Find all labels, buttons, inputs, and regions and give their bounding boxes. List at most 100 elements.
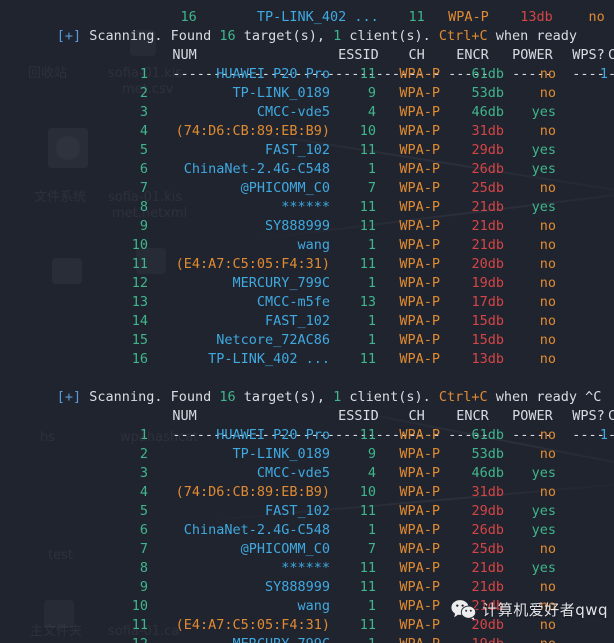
table-row[interactable]: 8 ****** 11 WPA-P 21db yes [0, 198, 614, 217]
table-row[interactable]: 13 CMCC-m5fe 13 WPA-P 17db no [0, 293, 614, 312]
cell-essid: @PHICOMM_C0 [240, 180, 330, 196]
cell-encr: WPA-P [399, 579, 440, 595]
terminal-output: 16 TP-LINK_402 ... 11 WPA-P 13db no [+] Scann… [0, 0, 614, 643]
table-row[interactable]: 16 TP-LINK_402 ... 11 WPA-P 13db no [0, 350, 614, 369]
table-row[interactable]: 2 TP-LINK_0189 9 WPA-P 53db no [0, 445, 614, 464]
cell-essid: MERCURY_799C [232, 275, 330, 291]
cell-wps: no [539, 294, 556, 310]
cell-num: 11 [131, 617, 148, 633]
cell-encr: WPA-P [399, 66, 440, 82]
cell-ch: 11 [359, 560, 376, 576]
status-text: target(s), [235, 389, 334, 405]
table-row[interactable]: 4 (74:D6:CB:89:EB:B9) 10 WPA-P 31db no [0, 483, 614, 502]
target-count: 16 [219, 389, 236, 405]
status-text: when ready [487, 28, 578, 44]
status-prefix: [+] [56, 389, 82, 405]
cell-num: 5 [139, 503, 148, 519]
table-row[interactable]: 1 HUAWEI P20 Pro 11 WPA-P 61db no 1 [0, 426, 614, 445]
cell-wps: no [539, 313, 556, 329]
cell-encr: WPA-P [448, 9, 489, 25]
table-row[interactable]: 9 SY888999 11 WPA-P 21db no [0, 217, 614, 236]
header-power: POWER [512, 408, 553, 424]
cell-essid: TP-LINK_0189 [232, 446, 330, 462]
table-row[interactable]: 3 CMCC-vde5 4 WPA-P 46db yes [0, 103, 614, 122]
cell-num: 6 [139, 161, 148, 177]
header-power: POWER [512, 47, 553, 63]
header-essid: ESSID [338, 408, 379, 424]
cell-ch: 4 [367, 465, 376, 481]
cell-essid: TP-LINK_402 ... [256, 9, 379, 25]
cell-num: 9 [139, 218, 148, 234]
cell-power: 21db [471, 579, 504, 595]
cell-wps: no [539, 617, 556, 633]
table-row[interactable]: 6 ChinaNet-2.4G-C548 1 WPA-P 26db yes [0, 160, 614, 179]
table-row: 16 TP-LINK_402 ... 11 WPA-P 13db no [0, 0, 614, 25]
cell-wps: yes [531, 465, 556, 481]
table-row[interactable]: 9 SY888999 11 WPA-P 21db no [0, 578, 614, 597]
table-row[interactable]: 2 TP-LINK_0189 9 WPA-P 53db no [0, 84, 614, 103]
status-text: Scanning. Found [81, 389, 220, 405]
cell-wps: no [539, 427, 556, 443]
table-row[interactable]: 10 wang 1 WPA-P 21db no [0, 236, 614, 255]
cell-encr: WPA-P [399, 180, 440, 196]
cell-ch: 1 [367, 161, 376, 177]
cell-wps: no [539, 85, 556, 101]
cell-power: 53db [471, 446, 504, 462]
interrupt-echo: ^C [585, 389, 602, 405]
table-row[interactable]: 7 @PHICOMM_C0 7 WPA-P 25db no [0, 540, 614, 559]
cell-power: 53db [471, 85, 504, 101]
cell-ch: 11 [359, 617, 376, 633]
cell-wps: yes [531, 161, 556, 177]
cell-num: 8 [139, 560, 148, 576]
cell-encr: WPA-P [399, 123, 440, 139]
cell-encr: WPA-P [399, 85, 440, 101]
table-row[interactable]: 14 FAST_102 1 WPA-P 15db no [0, 312, 614, 331]
table-row[interactable]: 10 wang 1 WPA-P 21db no [0, 597, 614, 616]
cell-num: 15 [131, 332, 148, 348]
status-text: client(s). [341, 28, 439, 44]
table-row[interactable]: 8 ****** 11 WPA-P 21db yes [0, 559, 614, 578]
table-row[interactable]: 6 ChinaNet-2.4G-C548 1 WPA-P 26db yes [0, 521, 614, 540]
hotkey-label: Ctrl+C [438, 389, 488, 405]
table-row[interactable]: 3 CMCC-vde5 4 WPA-P 46db yes [0, 464, 614, 483]
cell-essid: FAST_102 [264, 503, 330, 519]
table-row[interactable]: 1 HUAWEI P20 Pro 11 WPA-P 61db no 1 [0, 65, 614, 84]
cell-encr: WPA-P [399, 275, 440, 291]
cell-num: 14 [131, 313, 148, 329]
cell-wps: yes [531, 142, 556, 158]
cell-ch: 1 [367, 313, 376, 329]
table-row[interactable]: 12MERCURY_799C1WPA-P19dbno [0, 635, 614, 643]
cell-encr: WPA-P [399, 446, 440, 462]
table-row[interactable]: 12MERCURY_799C1WPA-P19dbno [0, 274, 614, 293]
scan-status-line-2: [+] Scanning. Found 16 target(s), 1 clie… [0, 369, 614, 405]
cell-wps: no [539, 256, 556, 272]
header-encr: ENCR [456, 47, 489, 63]
cell-wps: no [539, 598, 556, 614]
table-row[interactable]: 5 FAST_102 11 WPA-P 29db yes [0, 502, 614, 521]
cell-num: 6 [139, 522, 148, 538]
cell-wps: yes [531, 560, 556, 576]
table-row[interactable]: 11 (E4:A7:C5:05:F4:31) 11 WPA-P 20db no [0, 255, 614, 274]
cell-num: 11 [131, 256, 148, 272]
cell-wps: no [539, 180, 556, 196]
table-row[interactable]: 7 @PHICOMM_C0 7 WPA-P 25db no [0, 179, 614, 198]
cell-ch: 10 [359, 123, 376, 139]
cell-ch: 11 [359, 256, 376, 272]
cell-essid: ****** [281, 199, 330, 215]
cell-essid: MERCURY_799C [148, 635, 330, 643]
cell-power: 21db [471, 237, 504, 253]
cell-num: 1 [139, 427, 148, 443]
table-row[interactable]: 5 FAST_102 11 WPA-P 29db yes [0, 141, 614, 160]
header-essid: ESSID [338, 47, 379, 63]
cell-num: 9 [139, 579, 148, 595]
cell-essid: CMCC-vde5 [256, 104, 330, 120]
table-row[interactable]: 4 (74:D6:CB:89:EB:B9) 10 WPA-P 31db no [0, 122, 614, 141]
table-row[interactable]: 11 (E4:A7:C5:05:F4:31) 11 WPA-P 20db no [0, 616, 614, 635]
cell-wps: no [539, 66, 556, 82]
cell-power: 29db [471, 142, 504, 158]
cell-ch: 11 [359, 218, 376, 234]
cell-power: 61db [471, 66, 504, 82]
cell-essid: ChinaNet-2.4G-C548 [183, 161, 330, 177]
table-row[interactable]: 15 Netcore_72AC86 1 WPA-P 15db no [0, 331, 614, 350]
status-text: target(s), [235, 28, 334, 44]
